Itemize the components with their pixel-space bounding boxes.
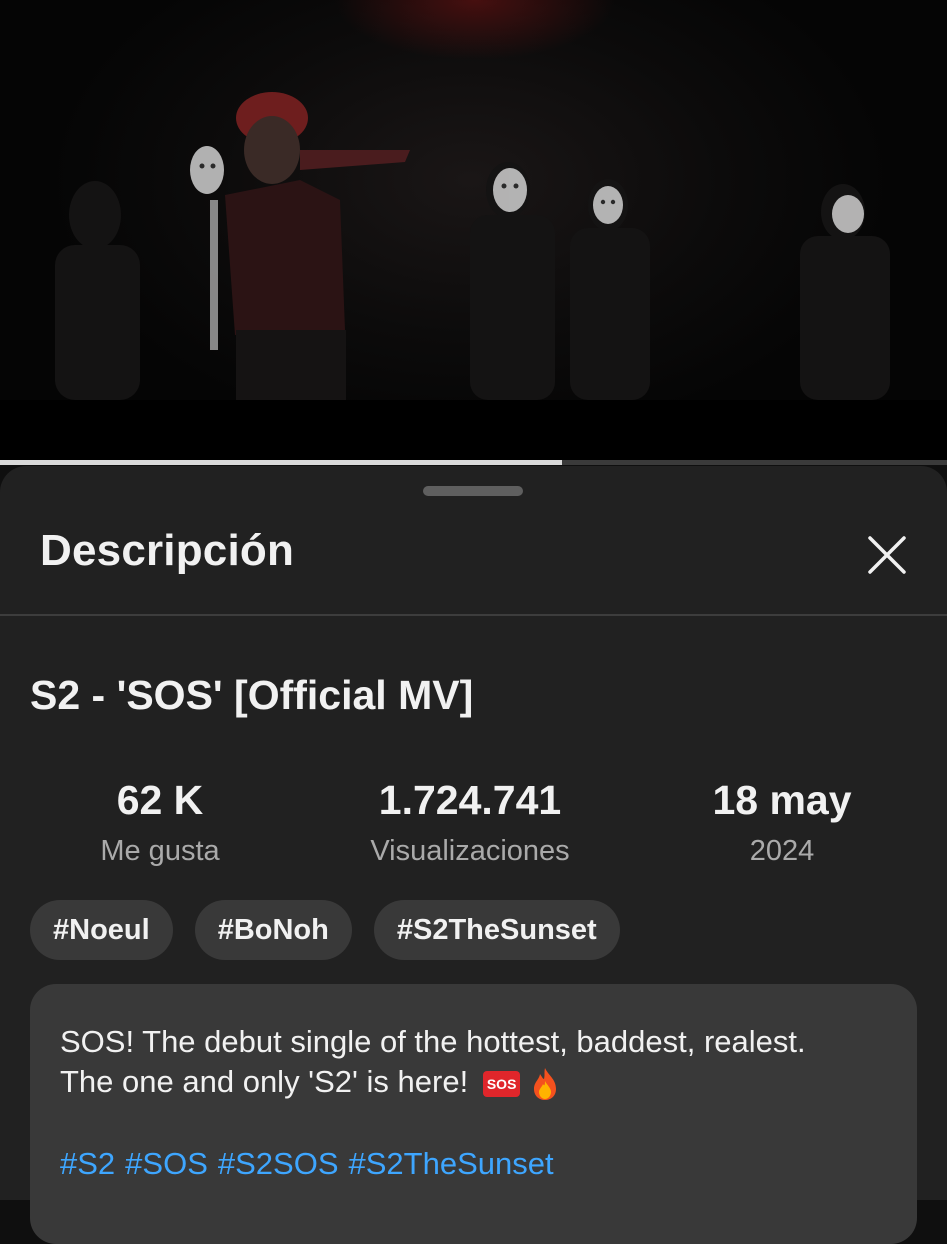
publish-day: 18 may [712,777,852,823]
video-title: S2 - 'SOS' [Official MV] [30,672,474,718]
likes-count: 62 K [116,777,204,823]
views-count: 1.724.741 [378,777,562,823]
sheet-title: Descripción [40,526,295,575]
video-progress-fill [0,460,562,465]
video-frame-image [55,92,890,400]
views-label: Visualizaciones [370,835,570,867]
description-hashtags: #S2 #SOS #S2SOS #S2TheSunset [60,1146,564,1182]
drag-handle[interactable] [423,486,523,496]
sos-emoji-icon: SOS [482,1070,521,1097]
hashtag-chips: #Noeul #BoNoh #S2TheSunset [30,900,620,960]
hashtag-link[interactable]: #SOS [125,1146,208,1181]
video-player[interactable] [0,0,947,400]
hashtag-chip[interactable]: #BoNoh [194,900,352,960]
video-letterbox [0,400,947,462]
description-line-2: The one and only 'S2' is here! SOS [60,1062,806,1102]
description-sheet: Descripción S2 - 'SOS' [Official MV] 62 … [0,466,947,1244]
close-icon [868,536,906,574]
hashtag-chip[interactable]: #S2TheSunset [373,900,620,960]
publish-year: 2024 [749,835,815,867]
header-divider [0,614,947,616]
description-line-2-text: The one and only 'S2' is here! [60,1064,469,1099]
description-line-1: SOS! The debut single of the hottest, ba… [60,1024,806,1059]
likes-label: Me gusta [100,835,220,867]
publish-date-stat: 18 may 2024 [672,776,892,868]
close-button[interactable] [862,530,912,580]
video-progress-bar[interactable] [0,460,947,465]
description-box[interactable]: SOS! The debut single of the hottest, ba… [30,984,917,1244]
likes-stat: 62 K Me gusta [60,776,260,868]
hashtag-chip[interactable]: #Noeul [30,900,173,960]
hashtag-link[interactable]: #S2SOS [218,1146,339,1181]
hashtag-link[interactable]: #S2TheSunset [349,1146,554,1181]
fire-emoji-icon [534,1067,557,1100]
description-text: SOS! The debut single of the hottest, ba… [60,1022,806,1102]
hashtag-link[interactable]: #S2 [60,1146,115,1181]
views-stat: 1.724.741 Visualizaciones [330,776,610,868]
